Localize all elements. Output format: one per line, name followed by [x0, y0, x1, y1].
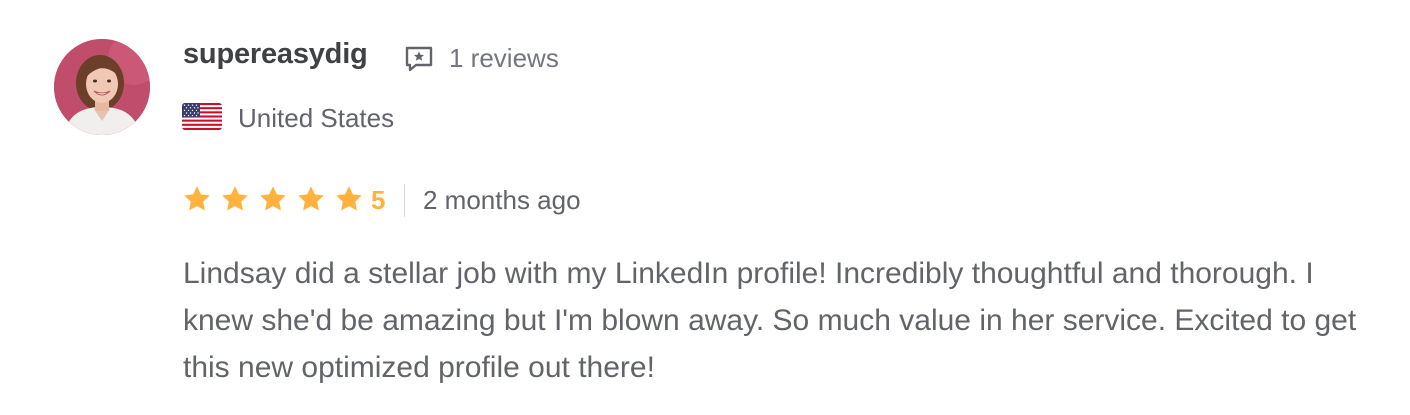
star-icon: [334, 184, 364, 214]
review-card: supereasydig 1 reviews United States 5 2…: [0, 0, 1410, 415]
us-flag-icon: [182, 103, 222, 130]
review-text: Lindsay did a stellar job with my Linked…: [183, 257, 1357, 384]
star-icon: [296, 184, 326, 214]
star-icon: [258, 184, 288, 214]
star-rating: [182, 184, 372, 214]
star-icon: [220, 184, 250, 214]
speech-bubble-star-icon: [404, 44, 434, 74]
rating-value: 5: [371, 185, 386, 215]
reviews-count: 1 reviews: [449, 43, 559, 73]
star-icon: [182, 184, 212, 214]
avatar[interactable]: [54, 39, 150, 135]
divider: [404, 184, 405, 217]
reviewer-username[interactable]: supereasydig: [183, 38, 368, 71]
reviewer-country: United States: [238, 103, 395, 133]
review-time: 2 months ago: [423, 185, 581, 215]
avatar-image: [54, 39, 150, 135]
